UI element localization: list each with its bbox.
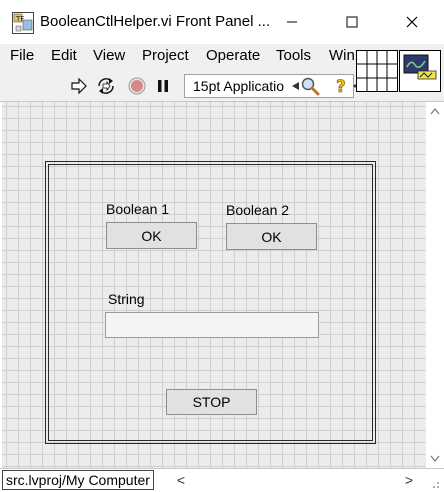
help-button[interactable]: ? [333,70,351,102]
run-arrow-icon [71,78,87,94]
boolean-1-button[interactable]: OK [106,222,197,249]
minimize-button[interactable] [262,0,322,44]
menu-operate[interactable]: Operate [206,47,260,64]
run-continuously-button[interactable] [94,70,118,102]
minimize-icon [287,21,297,23]
scroll-down-icon[interactable] [430,455,440,462]
resize-grip[interactable] [428,476,440,488]
maximize-button[interactable] [322,0,382,44]
scroll-left-button[interactable]: < [172,470,190,490]
close-button[interactable] [382,0,442,44]
scroll-up-icon[interactable] [430,108,440,115]
window-title: BooleanCtlHelper.vi Front Panel ... [40,13,271,30]
stop-text: STOP [192,394,231,410]
svg-text:?: ? [336,77,346,96]
search-icon [301,77,320,96]
vertical-scrollbar[interactable] [426,102,444,468]
boolean-2-text: OK [261,228,282,245]
menu-project[interactable]: Project [142,47,189,64]
menu-tools[interactable]: Tools [276,47,311,64]
connector-pane-grid-icon [357,51,397,91]
run-continuously-icon [98,78,114,94]
stop-button[interactable]: STOP [166,389,257,415]
svg-text:TF: TF [15,15,24,23]
string-control[interactable] [105,312,319,338]
connector-pane[interactable] [356,50,398,92]
pause-button[interactable] [153,70,173,102]
boolean-1-label: Boolean 1 [106,201,170,217]
menu-window[interactable]: Win [329,47,355,64]
menu-view[interactable]: View [93,47,125,64]
menu-file[interactable]: File [10,47,34,64]
abort-button[interactable] [126,70,148,102]
boolean-2-button[interactable]: OK [226,223,317,250]
labview-vi-icon: TF [12,12,34,34]
string-label: String [108,291,145,307]
close-icon [406,16,418,28]
project-context-field[interactable]: src.lvproj/My Computer [2,470,154,490]
abort-icon [128,77,146,95]
resize-grip-icon [433,482,439,488]
vi-icon-pane[interactable] [399,50,441,92]
scroll-right-button[interactable]: > [400,470,418,490]
menu-edit[interactable]: Edit [51,47,77,64]
run-button[interactable] [68,70,90,102]
vi-default-icon [403,54,437,80]
font-setting-value: 15pt Applicatio [193,78,285,94]
boolean-2-label: Boolean 2 [226,202,290,218]
search-button[interactable] [299,70,321,102]
text-settings-dropdown[interactable]: 15pt Applicatio [184,74,354,98]
maximize-icon [346,16,358,28]
pause-icon [158,80,168,92]
help-icon: ? [336,77,346,96]
boolean-1-text: OK [141,227,162,244]
